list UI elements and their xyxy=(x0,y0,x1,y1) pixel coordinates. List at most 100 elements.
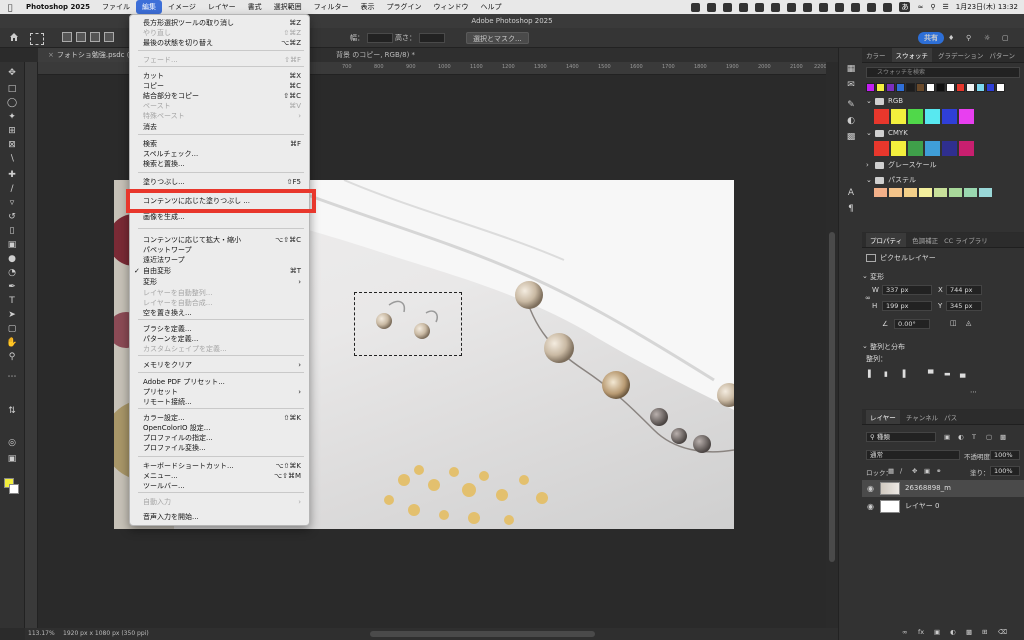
x-field[interactable]: 744 px xyxy=(946,285,982,295)
brush-tool-icon[interactable]: ∕ xyxy=(5,184,19,194)
swatch-chip[interactable] xyxy=(874,188,887,197)
menu-item-content-aware-scale[interactable]: コンテンツに応じて拡大・縮小 ⌥⇧⌘C xyxy=(143,235,305,245)
menu-type[interactable]: 書式 xyxy=(242,0,268,14)
menu-item-keyboard-shortcuts[interactable]: キーボードショートカット... ⌥⇧⌘K xyxy=(143,461,305,471)
lock-transparent-icon[interactable]: ▦ xyxy=(888,467,894,475)
menu-help[interactable]: ヘルプ xyxy=(475,0,508,14)
paragraph-panel-icon[interactable]: ¶ xyxy=(845,204,857,214)
subtract-selection-icon[interactable] xyxy=(90,32,100,42)
align-left-icon[interactable]: ▌ xyxy=(868,370,873,378)
swatch-chip[interactable] xyxy=(949,188,962,197)
character-panel-icon[interactable]: A xyxy=(845,188,857,198)
swatch-chip[interactable] xyxy=(976,83,985,92)
layer-name[interactable]: レイヤー 0 xyxy=(905,498,939,515)
menu-window[interactable]: ウィンドウ xyxy=(428,0,475,14)
add-selection-icon[interactable] xyxy=(76,32,86,42)
lock-position-icon[interactable]: ✥ xyxy=(912,467,917,475)
swatch-chip[interactable] xyxy=(986,83,995,92)
menu-item-find-replace[interactable]: 検索と置換... xyxy=(143,159,305,169)
add-mask-icon[interactable]: ▣ xyxy=(934,628,940,636)
swatch-chip[interactable] xyxy=(908,109,923,124)
menubar-clock[interactable]: 1月23日(木) 13:32 xyxy=(956,2,1018,12)
y-field[interactable]: 345 px xyxy=(946,301,982,311)
libraries-panel-icon[interactable]: ▩ xyxy=(845,132,857,142)
document-dimensions[interactable]: 1920 px x 1080 px (350 ppi) xyxy=(63,628,149,640)
swatch-chip[interactable] xyxy=(889,188,902,197)
menu-view[interactable]: 表示 xyxy=(355,0,381,14)
swatch-chip[interactable] xyxy=(979,188,992,197)
status-app-icon[interactable] xyxy=(691,2,701,12)
filter-type-icon[interactable]: T xyxy=(972,433,976,441)
visibility-eye-icon[interactable]: ◉ xyxy=(867,498,874,515)
status-app-icon[interactable] xyxy=(771,2,781,12)
align-bottom-icon[interactable]: ▄ xyxy=(960,370,965,378)
swap-colors-icon[interactable]: ⇅ xyxy=(5,406,19,416)
menu-item-opencolorio-settings[interactable]: OpenColorIO 設定... xyxy=(143,423,305,433)
group-caret-icon[interactable]: › xyxy=(866,160,869,171)
swatch-chip[interactable] xyxy=(959,109,974,124)
document-tab[interactable]: ×フォトショ勉強.psdc @ 1 xyxy=(38,48,130,62)
group-caret-icon[interactable]: ⌄ xyxy=(866,175,872,186)
swatch-chip[interactable] xyxy=(964,188,977,197)
magic-wand-tool-icon[interactable]: ✦ xyxy=(5,112,19,122)
status-app-icon[interactable] xyxy=(883,2,893,12)
filter-adjustment-icon[interactable]: ◐ xyxy=(958,433,964,441)
menu-item-color-settings[interactable]: カラー設定... ⇧⌘K xyxy=(143,413,305,423)
swatch-chip[interactable] xyxy=(925,109,940,124)
brush-settings-icon[interactable]: ✎ xyxy=(845,100,857,110)
link-icon[interactable]: ∞ xyxy=(865,294,871,302)
status-app-icon[interactable] xyxy=(787,2,797,12)
crop-tool-icon[interactable]: ⊞ xyxy=(5,126,19,136)
swatch-chip[interactable] xyxy=(891,109,906,124)
status-app-icon[interactable] xyxy=(819,2,829,12)
filter-pixel-icon[interactable]: ▣ xyxy=(944,433,950,441)
more-tools-icon[interactable]: ⋯ xyxy=(5,372,19,382)
menu-layer[interactable]: レイヤー xyxy=(202,0,242,14)
filter-smart-object-icon[interactable]: ▩ xyxy=(1000,433,1006,441)
hand-tool-icon[interactable]: ✋ xyxy=(5,338,19,348)
align-top-icon[interactable]: ▀ xyxy=(928,370,933,378)
menu-filter[interactable]: フィルター xyxy=(308,0,355,14)
height-field[interactable]: 199 px xyxy=(882,301,932,311)
width-field[interactable]: 337 px xyxy=(882,285,932,295)
height-input[interactable] xyxy=(419,33,445,43)
lock-all-icon[interactable]: ⚭ xyxy=(936,467,941,475)
filter-shape-icon[interactable]: ▢ xyxy=(986,433,992,441)
swatch-chip[interactable] xyxy=(891,141,906,156)
status-app-icon[interactable] xyxy=(707,2,717,12)
horizontal-scrollbar-thumb[interactable] xyxy=(370,631,595,637)
layer-name[interactable]: 26368898_m xyxy=(905,480,951,497)
home-icon[interactable] xyxy=(9,32,19,44)
discover-icon[interactable]: ☼ xyxy=(984,32,990,44)
new-layer-icon[interactable]: ⊞ xyxy=(982,628,987,636)
swatch-chip[interactable] xyxy=(916,83,925,92)
status-app-icon[interactable] xyxy=(739,2,749,12)
tab-color[interactable]: カラー xyxy=(866,50,886,60)
menu-edit[interactable]: 編集 xyxy=(135,0,162,14)
vertical-scrollbar[interactable] xyxy=(826,62,838,628)
history-panel-icon[interactable]: ▦ xyxy=(845,64,857,74)
bell-icon[interactable]: ♦ xyxy=(948,32,954,44)
menu-app[interactable]: Photoshop 2025 xyxy=(20,0,96,14)
lock-image-icon[interactable]: ∕ xyxy=(900,467,902,475)
layer-style-icon[interactable]: fx xyxy=(918,628,924,636)
lasso-tool-icon[interactable]: ◯ xyxy=(5,98,19,108)
menu-item-copy[interactable]: コピー ⌘C xyxy=(143,81,305,91)
menu-item-start-dictation[interactable]: 音声入力を開始... xyxy=(143,512,305,522)
screen-mode-icon[interactable]: ▣ xyxy=(5,454,19,464)
tab-layers[interactable]: レイヤー xyxy=(866,410,900,424)
swatch-chip[interactable] xyxy=(919,188,932,197)
zoom-level[interactable]: 113.17% xyxy=(28,628,55,640)
marquee-selection[interactable] xyxy=(354,292,462,356)
menu-item-toggle-last-state[interactable]: 最後の状態を切り替え ⌥⌘Z xyxy=(143,38,305,48)
menu-item-adobe-pdf-presets[interactable]: Adobe PDF プリセット... xyxy=(143,377,305,387)
swatch-chip[interactable] xyxy=(886,83,895,92)
menu-item-fill[interactable]: 塗りつぶし... ⇧F5 xyxy=(143,177,305,187)
menu-item-cut[interactable]: カット ⌘X xyxy=(143,71,305,81)
quick-mask-icon[interactable]: ◎ xyxy=(5,438,19,448)
swatch-chip[interactable] xyxy=(946,83,955,92)
layer-row[interactable]: ◉ 26368898_m xyxy=(862,480,1024,497)
menu-item-define-pattern[interactable]: パターンを定義... xyxy=(143,334,305,344)
swatch-chip[interactable] xyxy=(966,83,975,92)
swatch-chip[interactable] xyxy=(996,83,1005,92)
